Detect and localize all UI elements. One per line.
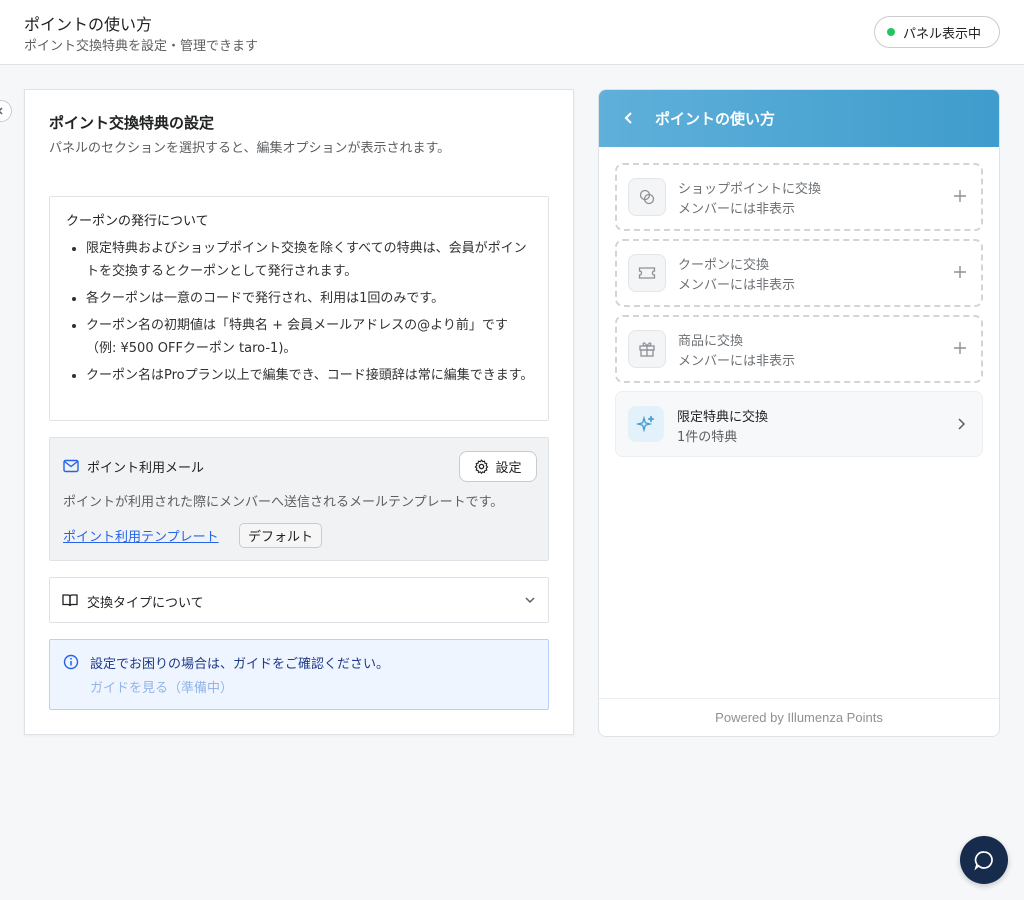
coupon-rules-list: 限定特典およびショップポイント交換を除くすべての特典は、会員がポイントを交換する…: [66, 237, 536, 391]
point-template-link[interactable]: ポイント利用テンプレート: [63, 526, 219, 545]
method-status: メンバーには非表示: [678, 202, 796, 217]
method-title: クーポンに交換: [678, 258, 770, 273]
ticket-icon: [628, 254, 666, 292]
chevron-down-icon: [525, 597, 535, 604]
sparkles-icon: [628, 406, 664, 442]
settings-card: ポイント交換特典の設定 パネルのセクションを選択すると、編集オプションが表示され…: [24, 89, 574, 735]
panel-header: ポイントの使い方: [599, 90, 999, 147]
guide-link: ガイドを見る（準備中）: [90, 681, 234, 696]
default-badge: デフォルト: [239, 523, 323, 548]
mail-icon: [63, 459, 79, 473]
method-title: ショップポイントに交換: [678, 182, 822, 197]
exclusive-count: 1件の特典: [677, 430, 738, 445]
plus-icon: [954, 266, 966, 278]
panel-status-badge: パネル表示中: [874, 16, 1000, 48]
back-chevron-icon[interactable]: [623, 110, 635, 126]
settings-button-label: 設定: [495, 461, 522, 476]
chat-bubble-icon: [974, 851, 993, 871]
help-info-box: 設定でお困りの場合は、ガイドをご確認ください。 ガイドを見る（準備中）: [49, 639, 549, 710]
list-item: クーポン名はProプラン以上で編集でき、コード接頭辞は常に編集できます。: [66, 364, 536, 387]
list-item: 各クーポンは一意のコードで発行され、利用は1回のみです。: [66, 287, 536, 310]
exchange-types-accordion[interactable]: 交換タイプについて: [49, 577, 549, 623]
method-exclusive-rewards[interactable]: 限定特典に交換 1件の特典: [615, 391, 983, 457]
status-label: パネル表示中: [903, 26, 982, 42]
method-status: メンバーには非表示: [678, 354, 796, 369]
info-icon: [63, 654, 79, 670]
plus-icon: [954, 190, 966, 202]
help-message: 設定でお困りの場合は、ガイドをご確認ください。: [90, 657, 390, 672]
method-coupon[interactable]: クーポンに交換 メンバーには非表示: [615, 239, 983, 307]
chevron-right-icon: [958, 418, 966, 430]
gift-icon: [628, 330, 666, 368]
list-item: 限定特典およびショップポイント交換を除くすべての特典は、会員がポイントを交換する…: [66, 237, 536, 283]
settings-description: パネルのセクションを選択すると、編集オプションが表示されます。: [49, 141, 451, 156]
exchange-types-label: 交換タイプについて: [87, 596, 204, 611]
points-panel-preview: ポイントの使い方 ショップポイントに交換 メンバーには非表示 クーポンに交換 メ…: [598, 89, 1000, 737]
panel-title: ポイントの使い方: [655, 110, 776, 128]
chat-button[interactable]: [960, 836, 1008, 884]
panel-footer: Powered by Illumenza Points: [599, 698, 999, 736]
page-title: ポイントの使い方: [24, 15, 153, 34]
email-settings-button[interactable]: 設定: [459, 451, 537, 482]
list-item: クーポン名の初期値は「特典名 + 会員メールアドレスの@より前」です（例: ¥5…: [66, 314, 536, 360]
email-description: ポイントが利用された際にメンバーへ送信されるメールテンプレートです。: [63, 495, 504, 510]
gear-icon: [475, 459, 489, 474]
coupon-heading: クーポンの発行について: [66, 214, 209, 229]
chevron-left-icon: [0, 107, 3, 115]
status-dot-icon: [887, 28, 895, 36]
email-title: ポイント利用メール: [87, 461, 205, 476]
coins-icon: [628, 178, 666, 216]
exclusive-title: 限定特典に交換: [677, 410, 769, 425]
method-title: 商品に交換: [678, 334, 744, 349]
collapse-sidebar-button[interactable]: [0, 100, 12, 122]
coupon-info-box: クーポンの発行について 限定特典およびショップポイント交換を除くすべての特典は、…: [49, 196, 549, 421]
top-bar: ポイントの使い方 ポイント交換特典を設定・管理できます パネル表示中: [0, 0, 1024, 65]
plus-icon: [954, 342, 966, 354]
book-icon: [62, 594, 78, 607]
method-product[interactable]: 商品に交換 メンバーには非表示: [615, 315, 983, 383]
settings-title: ポイント交換特典の設定: [49, 114, 215, 132]
method-shop-points[interactable]: ショップポイントに交換 メンバーには非表示: [615, 163, 983, 231]
method-status: メンバーには非表示: [678, 278, 796, 293]
page-subtitle: ポイント交換特典を設定・管理できます: [24, 39, 259, 54]
point-email-section: ポイント利用メール 設定 ポイントが利用された際にメンバーへ送信されるメールテン…: [49, 437, 549, 561]
